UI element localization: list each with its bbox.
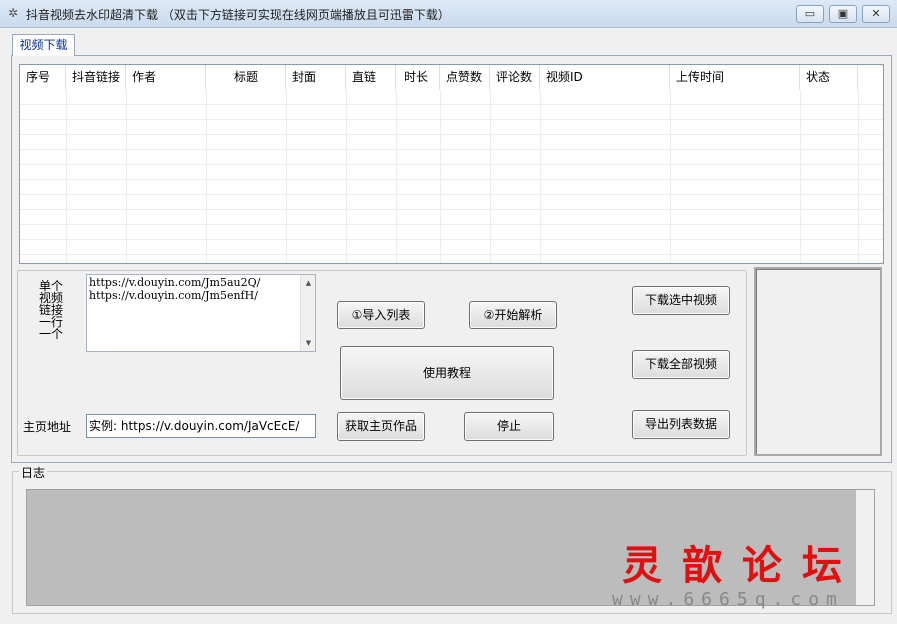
minimize-icon: ▭: [804, 7, 816, 20]
column-header-cover[interactable]: 封面: [286, 65, 346, 90]
scroll-up-icon[interactable]: ▲: [301, 277, 316, 289]
column-header-index[interactable]: 序号: [20, 65, 66, 90]
maximize-icon: ▣: [837, 7, 849, 20]
download-all-button[interactable]: 下载全部视频: [632, 350, 730, 379]
tab-video-download[interactable]: 视频下载: [12, 34, 75, 56]
gear-icon: ✲: [7, 6, 19, 20]
column-header-status[interactable]: 状态: [800, 65, 858, 90]
column-header-title[interactable]: 标题: [206, 65, 286, 90]
links-scrollbar[interactable]: ▲ ▼: [300, 275, 315, 351]
column-header-duration[interactable]: 时长: [396, 65, 440, 90]
column-header-likes[interactable]: 点赞数: [440, 65, 490, 90]
link-input-label: 单个 视频 链接 一行 一个: [38, 279, 63, 341]
column-header-video-id[interactable]: 视频ID: [540, 65, 670, 90]
video-table[interactable]: 序号 抖音链接 作者 标题 封面 直链 时长 点赞数 评论数 视频ID 上传时间…: [19, 64, 884, 264]
close-icon: ✕: [871, 7, 881, 20]
homepage-label: 主页地址: [23, 420, 72, 434]
column-header-comments[interactable]: 评论数: [490, 65, 540, 90]
watermark-title: 灵歆论坛: [622, 542, 862, 589]
links-text: https://v.douyin.com/Jm5au2Q/ https://v.…: [89, 276, 261, 302]
get-homepage-button[interactable]: 获取主页作品: [337, 412, 425, 441]
maximize-button[interactable]: ▣: [829, 5, 857, 23]
table-header: 序号 抖音链接 作者 标题 封面 直链 时长 点赞数 评论数 视频ID 上传时间…: [20, 65, 883, 91]
log-label: 日志: [19, 464, 48, 481]
column-header-upload-time[interactable]: 上传时间: [670, 65, 800, 90]
close-button[interactable]: ✕: [862, 5, 890, 23]
column-header-author[interactable]: 作者: [126, 65, 206, 90]
watermark-url: www.6665q.com: [612, 589, 844, 610]
import-list-button[interactable]: ①导入列表: [337, 301, 425, 329]
minimize-button[interactable]: ▭: [796, 5, 824, 23]
homepage-input[interactable]: 实例: https://v.douyin.com/JaVcEcE/: [86, 414, 316, 438]
scroll-down-icon[interactable]: ▼: [301, 337, 316, 349]
stop-button[interactable]: 停止: [464, 412, 554, 441]
tutorial-button[interactable]: 使用教程: [340, 346, 554, 400]
column-header-direct-link[interactable]: 直链: [346, 65, 396, 90]
links-textarea[interactable]: https://v.douyin.com/Jm5au2Q/ https://v.…: [86, 274, 316, 352]
cover-preview: [754, 267, 882, 456]
export-list-button[interactable]: 导出列表数据: [632, 410, 730, 439]
column-header-link[interactable]: 抖音链接: [66, 65, 126, 90]
download-selected-button[interactable]: 下载选中视频: [632, 286, 730, 315]
window-title: 抖音视频去水印超清下载 （双击下方链接可实现在线网页端播放且可迅雷下载）: [26, 8, 450, 22]
start-parse-button[interactable]: ②开始解析: [469, 301, 557, 329]
table-body: [20, 90, 883, 263]
